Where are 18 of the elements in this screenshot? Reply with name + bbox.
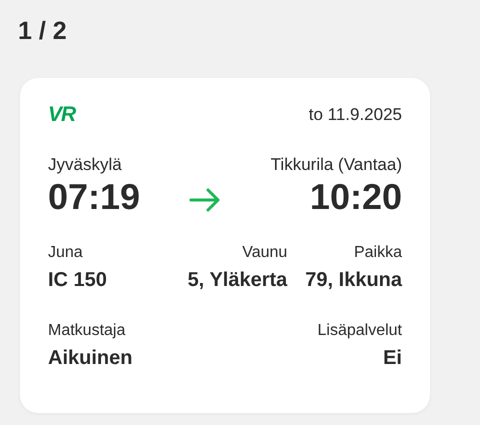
field-label: Matkustaja — [48, 320, 126, 341]
field-value: Aikuinen — [48, 346, 132, 371]
field-label: Paikka — [352, 242, 402, 263]
field-value: IC 150 — [48, 268, 107, 293]
field-label: Lisäpalvelut — [318, 320, 402, 341]
page-counter: 1 / 2 — [17, 16, 68, 46]
field-value: Ei — [382, 346, 402, 371]
departure-time: 07:19 — [48, 177, 140, 217]
arrow-icon — [189, 188, 222, 212]
field-value: 5, Yläkerta — [188, 268, 288, 293]
field-label: Juna — [48, 242, 84, 263]
departure-station: Jyväskylä — [48, 154, 123, 176]
arrival-station: Tikkurila (Vantaa) — [270, 154, 402, 176]
vr-logo: VR — [48, 104, 76, 126]
arrival-time: 10:20 — [308, 177, 402, 217]
field-value: 79, Ikkuna — [305, 268, 402, 293]
travel-date: to 11.9.2025 — [308, 104, 402, 126]
field-label: Vaunu — [241, 242, 288, 263]
